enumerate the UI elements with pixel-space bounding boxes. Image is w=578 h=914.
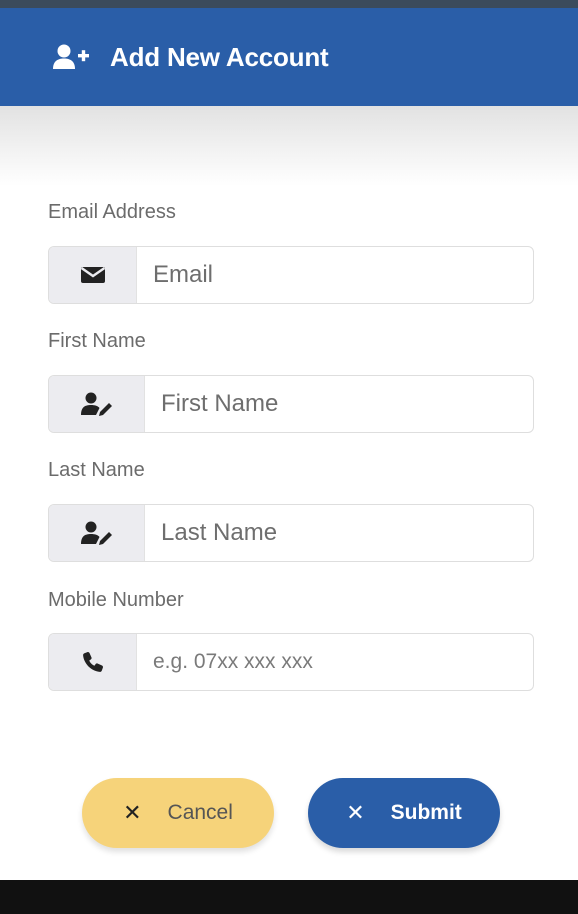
background-strip [0,0,578,8]
mobile-input[interactable] [137,634,533,690]
last-name-input[interactable] [145,505,533,561]
last-name-field-group [48,504,534,562]
close-icon: ✕ [346,800,365,825]
header-shadow [0,106,578,186]
modal-title: Add New Account [110,41,329,72]
submit-button[interactable]: ✕ Submit [308,778,500,848]
add-account-modal: Add New Account Email Address First Name… [0,0,578,880]
email-input[interactable] [137,247,533,303]
user-edit-icon [49,376,145,432]
user-plus-icon [52,42,96,72]
close-icon: ✕ [123,800,142,825]
submit-button-label: Submit [390,801,462,824]
last-name-label: Last Name [48,459,145,481]
email-field-group [48,246,534,304]
cancel-button[interactable]: ✕ Cancel [82,778,274,848]
mobile-label: Mobile Number [48,589,184,611]
first-name-field-group [48,375,534,433]
envelope-icon [49,247,137,303]
cancel-button-label: Cancel [167,801,233,824]
first-name-input[interactable] [145,376,533,432]
phone-icon [49,634,137,690]
first-name-label: First Name [48,330,146,352]
email-label: Email Address [48,201,176,223]
mobile-field-group [48,633,534,691]
bottom-bar [0,880,578,914]
user-edit-icon [49,505,145,561]
modal-header: Add New Account [0,8,578,106]
